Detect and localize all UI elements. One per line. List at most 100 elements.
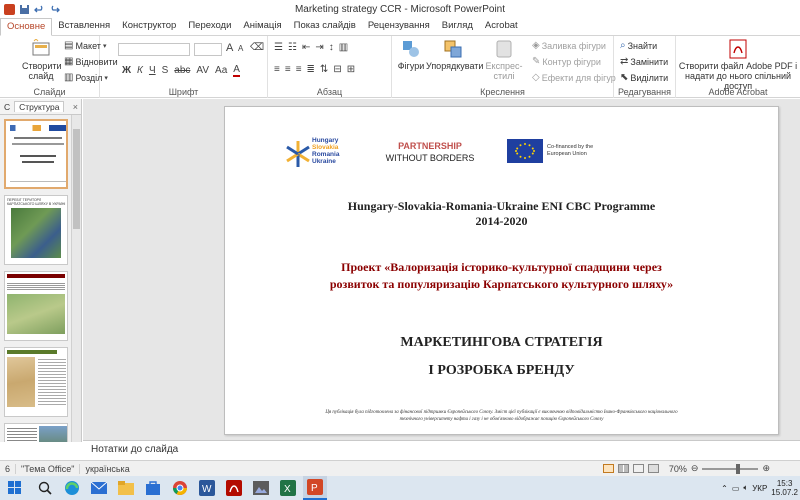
volume-icon[interactable]: 🔈︎ bbox=[743, 483, 748, 493]
shape-effects-button[interactable]: ◇ Ефекти для фігур bbox=[532, 72, 616, 83]
change-case-icon[interactable]: Aa bbox=[215, 65, 227, 76]
zoom-slider[interactable] bbox=[702, 463, 759, 474]
tab-view[interactable]: Вигляд bbox=[436, 18, 479, 35]
keyboard-language[interactable]: УКР bbox=[752, 484, 767, 493]
tab-home[interactable]: Основне bbox=[0, 18, 53, 36]
select-button[interactable]: ⬉ Виділити bbox=[620, 72, 668, 83]
slide-thumbnail-1[interactable] bbox=[4, 119, 68, 189]
acrobat-icon[interactable] bbox=[222, 476, 246, 500]
redo-icon[interactable] bbox=[49, 4, 60, 15]
justify-icon[interactable]: ≣ bbox=[307, 64, 315, 75]
slide-thumbnail-2[interactable]: ПЕРЕБІГ ТЕРИТОРІЇ КАРПАТСЬКОГО ШЛЯХУ В У… bbox=[4, 195, 68, 265]
slide-thumbnail-4[interactable] bbox=[4, 347, 68, 417]
search-icon[interactable] bbox=[33, 476, 57, 500]
store-icon[interactable] bbox=[141, 476, 165, 500]
save-icon[interactable] bbox=[19, 4, 30, 15]
mail-icon[interactable] bbox=[87, 476, 111, 500]
columns-icon[interactable]: ▥ bbox=[339, 42, 348, 53]
line-spacing-icon[interactable]: ↕ bbox=[329, 42, 334, 53]
excel-icon[interactable]: X bbox=[276, 476, 300, 500]
zoom-slider-thumb[interactable] bbox=[736, 463, 741, 474]
align-text-icon[interactable]: ⊟ bbox=[333, 64, 341, 75]
edge-browser-icon[interactable] bbox=[60, 476, 84, 500]
chevron-up-icon[interactable]: ⌃ bbox=[721, 484, 728, 493]
shapes-button[interactable]: Фігури bbox=[396, 39, 426, 71]
slide-thumbnail-5[interactable] bbox=[4, 423, 68, 442]
tab-transitions[interactable]: Переходи bbox=[182, 18, 237, 35]
thumb-text bbox=[7, 426, 37, 442]
new-slide-icon bbox=[32, 38, 50, 56]
tab-acrobat[interactable]: Acrobat bbox=[479, 18, 524, 35]
quick-styles-label: Експрес-стилі bbox=[485, 61, 523, 81]
eu-flag-icon bbox=[507, 139, 543, 163]
normal-view-icon[interactable] bbox=[602, 464, 614, 473]
zoom-level[interactable]: 70% bbox=[669, 464, 687, 474]
slides-group-label: Слайди bbox=[33, 87, 66, 97]
slide-thumbnail-3[interactable] bbox=[4, 271, 68, 341]
tab-animations[interactable]: Анімація bbox=[237, 18, 287, 35]
clear-format-icon[interactable]: ⌫ bbox=[250, 42, 264, 53]
font-color-icon[interactable]: A bbox=[233, 64, 240, 77]
align-center-icon[interactable]: ≡ bbox=[285, 64, 291, 75]
slideshow-icon[interactable] bbox=[647, 464, 659, 473]
chrome-icon[interactable] bbox=[168, 476, 192, 500]
scrollbar-thumb[interactable] bbox=[73, 129, 80, 229]
align-right-icon[interactable]: ≡ bbox=[296, 64, 302, 75]
shadow-icon[interactable]: S bbox=[162, 65, 169, 76]
clock[interactable]: 15:3 15.07.2 bbox=[771, 479, 798, 497]
tab-insert[interactable]: Вставлення bbox=[52, 18, 116, 35]
windows-start-icon[interactable] bbox=[0, 476, 30, 500]
zoom-in-icon[interactable]: ⊕ bbox=[762, 463, 770, 474]
word-icon[interactable]: W bbox=[195, 476, 219, 500]
language-indicator[interactable]: українська bbox=[80, 464, 134, 474]
slide-canvas[interactable]: Hungary Slovakia Romania Ukraine PARTNER… bbox=[224, 106, 779, 435]
smartart-icon[interactable]: ⊞ bbox=[347, 64, 355, 75]
tab-review[interactable]: Рецензування bbox=[362, 18, 436, 35]
shape-outline-button[interactable]: ✎ Контур фігури bbox=[532, 56, 601, 67]
italic-icon[interactable]: К bbox=[137, 65, 143, 76]
undo-icon[interactable] bbox=[34, 4, 45, 15]
tab-slides[interactable]: С bbox=[0, 102, 14, 112]
quick-styles-button[interactable]: Експрес-стилі bbox=[480, 39, 528, 81]
decrease-indent-icon[interactable]: ⇤ bbox=[302, 42, 310, 53]
arrange-button[interactable]: Упорядкувати bbox=[426, 39, 484, 71]
slide-sorter-icon[interactable] bbox=[617, 464, 629, 473]
powerpoint-app-icon[interactable] bbox=[4, 3, 15, 15]
create-pdf-button[interactable]: Створити файл Adobe PDF і надати до ньог… bbox=[678, 39, 798, 91]
arrange-label: Упорядкувати bbox=[426, 61, 484, 71]
find-button[interactable]: ⌕ Знайти bbox=[620, 40, 657, 51]
font-size-select[interactable] bbox=[194, 43, 222, 56]
reading-view-icon[interactable] bbox=[632, 464, 644, 473]
font-family-select[interactable] bbox=[118, 43, 190, 56]
underline-icon[interactable]: Ч bbox=[149, 65, 156, 76]
binoculars-icon: ⌕ bbox=[620, 40, 626, 51]
panel-scrollbar[interactable] bbox=[71, 115, 81, 442]
tab-outline[interactable]: Структура bbox=[14, 101, 65, 112]
notes-pane[interactable]: Нотатки до слайда bbox=[83, 440, 800, 460]
align-left-icon[interactable]: ≡ bbox=[274, 64, 280, 75]
tab-slideshow[interactable]: Показ слайдів bbox=[288, 18, 362, 35]
tab-design[interactable]: Конструктор bbox=[116, 18, 182, 35]
view-zoom-controls: 70% ⊖ ⊕ bbox=[602, 463, 800, 474]
bullets-icon[interactable]: ☰ bbox=[274, 42, 283, 53]
thumb-line bbox=[22, 161, 54, 163]
photos-icon[interactable] bbox=[249, 476, 273, 500]
network-icon[interactable]: ▭ bbox=[732, 484, 740, 493]
close-icon[interactable]: × bbox=[73, 102, 78, 112]
disclaimer-line-1: Ця публікація була підготовлена за фінан… bbox=[325, 410, 678, 415]
new-slide-button[interactable]: Створити слайд bbox=[22, 38, 62, 81]
grow-font-button[interactable]: A bbox=[226, 42, 233, 54]
strikethrough-icon[interactable]: abc bbox=[174, 65, 190, 76]
bold-icon[interactable]: Ж bbox=[122, 65, 131, 76]
text-direction-icon[interactable]: ⇅ bbox=[320, 64, 328, 75]
powerpoint-taskbar-icon[interactable]: P bbox=[303, 476, 327, 500]
shape-fill-button[interactable]: ◈ Заливка фігури bbox=[532, 40, 606, 51]
numbering-icon[interactable]: ☷ bbox=[288, 42, 297, 53]
file-explorer-icon[interactable] bbox=[114, 476, 138, 500]
replace-button[interactable]: ⇄ Замінити bbox=[620, 56, 668, 67]
char-spacing-icon[interactable]: AV bbox=[196, 65, 209, 76]
shrink-font-button[interactable]: A bbox=[238, 44, 243, 53]
zoom-out-icon[interactable]: ⊖ bbox=[691, 463, 699, 474]
increase-indent-icon[interactable]: ⇥ bbox=[315, 42, 323, 53]
photo-image bbox=[39, 426, 67, 442]
